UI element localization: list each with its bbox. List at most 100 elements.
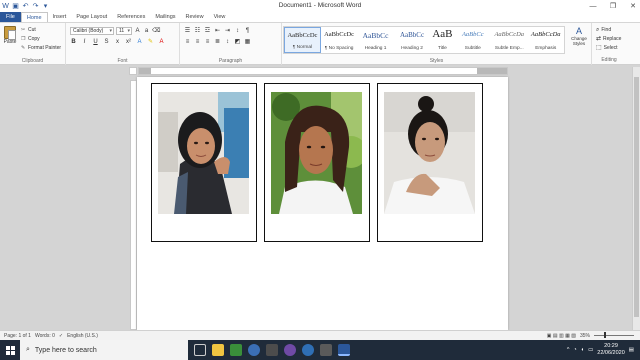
- style-name: Heading 1: [364, 46, 387, 51]
- style-emphasis[interactable]: AaBbCcDa Emphasis: [528, 27, 564, 53]
- style-normal[interactable]: AaBbCcDc ¶ Normal: [284, 27, 321, 53]
- volume-icon[interactable]: ◖: [581, 347, 584, 353]
- start-button[interactable]: [0, 340, 20, 360]
- find-button[interactable]: ⌕ Find: [596, 26, 621, 35]
- app-icon[interactable]: [230, 344, 242, 356]
- style-name: Title: [437, 46, 447, 51]
- page-count[interactable]: Page: 1 of 1: [4, 333, 31, 339]
- photo: [271, 92, 362, 214]
- sort-icon[interactable]: ↕: [234, 27, 241, 35]
- align-center-icon[interactable]: ≡: [194, 38, 201, 46]
- tab-home[interactable]: Home: [20, 12, 48, 22]
- format-painter-button[interactable]: ✎ Format Painter: [21, 44, 61, 53]
- superscript-icon[interactable]: x²: [125, 38, 132, 46]
- style-subtle-emphasis[interactable]: AaBbCcDa Subtle Emp...: [491, 27, 527, 53]
- browser-icon[interactable]: [248, 344, 260, 356]
- tab-view[interactable]: View: [209, 12, 231, 22]
- increase-indent-icon[interactable]: ⇥: [224, 27, 231, 35]
- strikethrough-icon[interactable]: S: [103, 38, 110, 46]
- underline-icon[interactable]: U: [92, 38, 99, 46]
- justify-icon[interactable]: ≣: [214, 38, 221, 46]
- tab-page-layout[interactable]: Page Layout: [71, 12, 112, 22]
- app-icon[interactable]: [266, 344, 278, 356]
- close-button[interactable]: ✕: [628, 2, 638, 10]
- text-effects-icon[interactable]: A: [136, 38, 143, 46]
- app-icon[interactable]: [320, 344, 332, 356]
- language[interactable]: English (U.S.): [67, 333, 98, 339]
- windows-icon: [5, 345, 15, 355]
- file-explorer-icon[interactable]: [212, 344, 224, 356]
- vertical-scrollbar[interactable]: [632, 67, 640, 330]
- style-heading-2[interactable]: AaBbCc Heading 2: [394, 27, 430, 53]
- change-styles-button[interactable]: A Change Styles: [567, 26, 591, 46]
- grow-font-icon[interactable]: A: [134, 27, 141, 35]
- vertical-ruler[interactable]: [130, 80, 137, 330]
- shrink-font-icon[interactable]: a: [143, 27, 150, 35]
- tab-insert[interactable]: Insert: [48, 12, 72, 22]
- photo-frame[interactable]: [151, 83, 257, 242]
- zoom-slider[interactable]: [594, 332, 634, 338]
- photo-frame[interactable]: [377, 83, 483, 242]
- tab-references[interactable]: References: [112, 12, 150, 22]
- subscript-icon[interactable]: x: [114, 38, 121, 46]
- paragraph-group: ☰ ☷ ☲ ⇤ ⇥ ↕ ¶ ≡ ≡ ≡ ≣ ↕ ◩ ▦ Paragraph: [180, 23, 282, 65]
- ruler-toggle[interactable]: [129, 67, 137, 75]
- style-heading-1[interactable]: AaBbCc Heading 1: [357, 27, 393, 53]
- app-icon[interactable]: [284, 344, 296, 356]
- network-icon[interactable]: ◔: [573, 347, 576, 353]
- italic-icon[interactable]: I: [81, 38, 88, 46]
- scissors-icon: ✂: [21, 27, 26, 33]
- tab-review[interactable]: Review: [181, 12, 209, 22]
- photo-frame[interactable]: [264, 83, 370, 242]
- style-sample: AaBbCc: [399, 31, 425, 39]
- highlight-icon[interactable]: ✎: [147, 38, 154, 46]
- notification-arrow-icon[interactable]: ^: [567, 347, 570, 353]
- align-right-icon[interactable]: ≡: [204, 38, 211, 46]
- style-name: ¶ No Spacing: [324, 46, 354, 51]
- show-marks-icon[interactable]: ¶: [244, 27, 251, 35]
- search-box[interactable]: ⌕ Type here to search: [20, 340, 188, 360]
- minimize-button[interactable]: —: [588, 3, 598, 10]
- window-controls: — ❐ ✕: [588, 0, 638, 12]
- numbering-icon[interactable]: ☷: [194, 27, 201, 35]
- scrollbar-thumb[interactable]: [634, 77, 639, 317]
- restore-button[interactable]: ❐: [608, 2, 618, 10]
- shading-icon[interactable]: ◩: [234, 38, 241, 46]
- battery-icon[interactable]: ▭: [588, 347, 593, 353]
- paste-button[interactable]: Paste: [2, 26, 18, 45]
- view-buttons[interactable]: ▣ ▤ ▥ ▦ ▧: [547, 333, 576, 339]
- styles-gallery: AaBbCcDc ¶ Normal AaBbCcDc ¶ No Spacing …: [283, 26, 565, 54]
- document-page[interactable]: [137, 77, 508, 330]
- borders-icon[interactable]: ▦: [244, 38, 251, 46]
- line-spacing-icon[interactable]: ↕: [224, 38, 231, 46]
- font-family-select[interactable]: Calibri (Body): [70, 27, 114, 35]
- multilevel-list-icon[interactable]: ☲: [204, 27, 211, 35]
- style-no-spacing[interactable]: AaBbCcDc ¶ No Spacing: [321, 27, 357, 53]
- app-icon[interactable]: [302, 344, 314, 356]
- style-title[interactable]: AaB Title: [430, 27, 454, 53]
- style-subtitle[interactable]: AaBbCc Subtitle: [455, 27, 491, 53]
- tab-file[interactable]: File: [0, 12, 21, 22]
- word-count[interactable]: Words: 0: [35, 333, 55, 339]
- horizontal-ruler[interactable]: [138, 67, 508, 75]
- select-button[interactable]: ⬚ Select: [596, 44, 621, 53]
- align-left-icon[interactable]: ≡: [184, 38, 191, 46]
- word-taskbar-icon[interactable]: [338, 344, 350, 356]
- proofing-icon[interactable]: ✓: [59, 333, 63, 339]
- copy-button[interactable]: ❐ Copy: [21, 35, 61, 44]
- brush-icon: ✎: [21, 45, 26, 51]
- task-view-icon[interactable]: [194, 344, 206, 356]
- font-color-icon[interactable]: A: [158, 38, 165, 46]
- font-size-select[interactable]: 11: [116, 27, 132, 35]
- bold-icon[interactable]: B: [70, 38, 77, 46]
- tab-mailings[interactable]: Mailings: [150, 12, 180, 22]
- decrease-indent-icon[interactable]: ⇤: [214, 27, 221, 35]
- clear-format-icon[interactable]: ⌫: [152, 27, 160, 35]
- replace-button[interactable]: ⇄ Replace: [596, 35, 621, 44]
- bullets-icon[interactable]: ☰: [184, 27, 191, 35]
- action-center-icon[interactable]: ▤: [629, 347, 634, 353]
- style-sample: AaBbCc: [362, 31, 389, 40]
- zoom-level[interactable]: 35%: [580, 333, 590, 339]
- clock[interactable]: 20:29 22/06/2020: [597, 343, 625, 357]
- cut-button[interactable]: ✂ Cut: [21, 26, 61, 35]
